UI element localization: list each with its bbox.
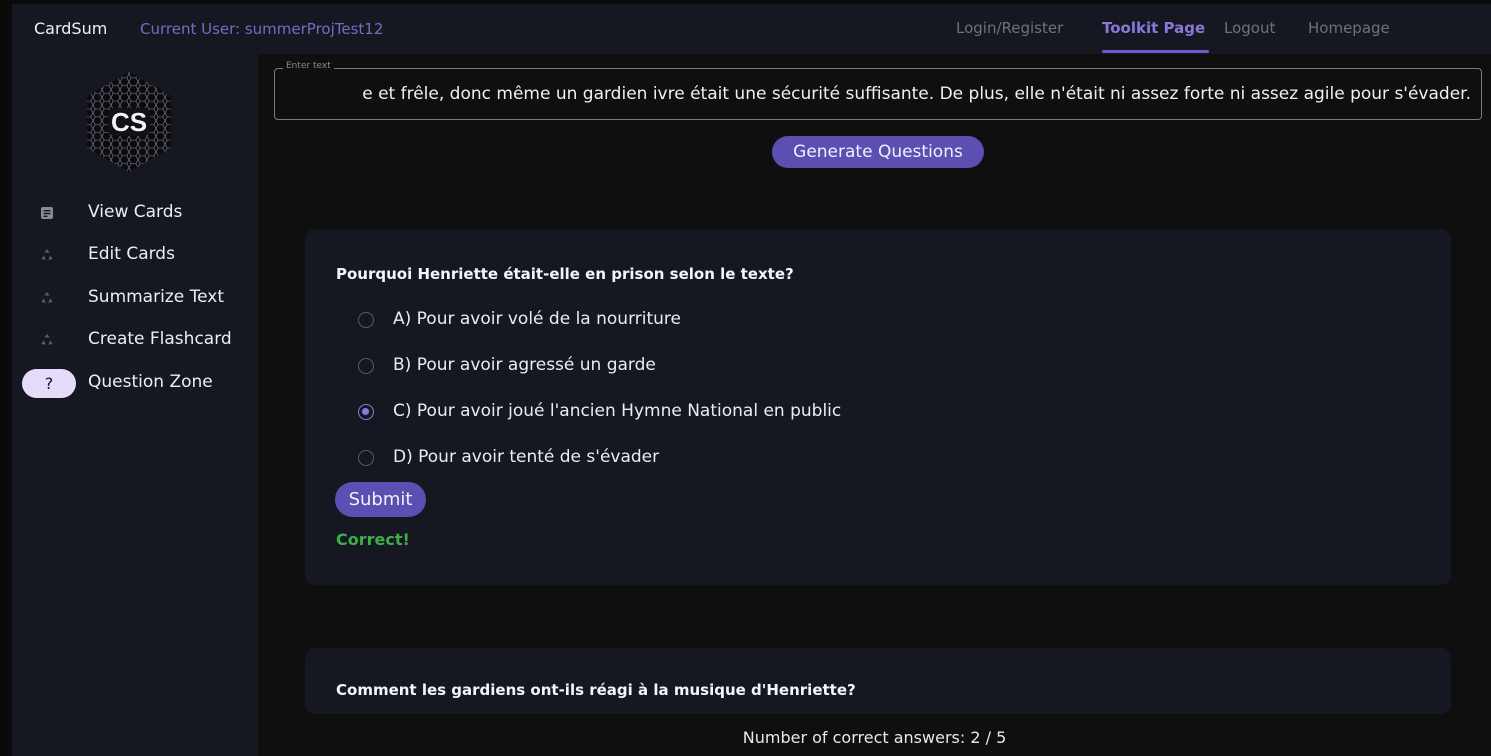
- sidebar-item-create-flashcard[interactable]: Create Flashcard: [12, 323, 258, 359]
- recycle-icon: [41, 249, 53, 260]
- sidebar-item-view-cards[interactable]: View Cards: [12, 196, 258, 232]
- sidebar-item-label: Edit Cards: [88, 244, 175, 264]
- cardsum-logo: CS: [87, 72, 171, 172]
- option-label: B) Pour avoir agressé un garde: [393, 355, 656, 375]
- text-input-field[interactable]: Enter text e et frêle, donc même un gard…: [274, 61, 1482, 120]
- radio-button[interactable]: [358, 312, 374, 328]
- recycle-icon: [41, 292, 53, 303]
- sidebar-item-label: Create Flashcard: [88, 329, 232, 349]
- active-nav-indicator: [1102, 50, 1209, 53]
- nav-homepage[interactable]: Homepage: [1308, 19, 1390, 37]
- radio-button[interactable]: [358, 358, 374, 374]
- text-input-value[interactable]: e et frêle, donc même un gardien ivre ét…: [281, 84, 1471, 104]
- answer-option-c[interactable]: C) Pour avoir joué l'ancien Hymne Nation…: [358, 399, 918, 425]
- question-text: Pourquoi Henriette était-elle en prison …: [336, 265, 794, 283]
- note-icon: [41, 207, 53, 219]
- sidebar-item-question-zone[interactable]: ? Question Zone: [12, 366, 258, 402]
- sidebar-item-edit-cards[interactable]: Edit Cards: [12, 238, 258, 274]
- submit-button[interactable]: Submit: [335, 482, 426, 517]
- main-content: Enter text e et frêle, donc même un gard…: [258, 54, 1491, 756]
- recycle-icon: [41, 334, 53, 345]
- radio-button[interactable]: [358, 450, 374, 466]
- top-navbar: CardSum Current User: summerProjTest12 L…: [12, 4, 1491, 54]
- question-icon: ?: [22, 369, 76, 398]
- sidebar-item-label: Summarize Text: [88, 287, 224, 307]
- option-label: D) Pour avoir tenté de s'évader: [393, 447, 660, 467]
- radio-button-selected[interactable]: [358, 404, 374, 420]
- sidebar-item-label: Question Zone: [88, 372, 213, 392]
- nav-login-register[interactable]: Login/Register: [956, 19, 1063, 37]
- question-card: Pourquoi Henriette était-elle en prison …: [305, 229, 1451, 585]
- option-label: A) Pour avoir volé de la nourriture: [393, 309, 681, 329]
- nav-toolkit-page[interactable]: Toolkit Page: [1102, 19, 1205, 37]
- score-counter: Number of correct answers: 2 / 5: [742, 728, 1007, 747]
- answer-option-a[interactable]: A) Pour avoir volé de la nourriture: [358, 307, 758, 333]
- sidebar-item-label: View Cards: [88, 202, 183, 222]
- svg-text:CS: CS: [111, 107, 147, 137]
- answer-option-b[interactable]: B) Pour avoir agressé un garde: [358, 353, 758, 379]
- nav-logout[interactable]: Logout: [1224, 19, 1275, 37]
- text-input-label: Enter text: [283, 61, 334, 71]
- answer-option-d[interactable]: D) Pour avoir tenté de s'évader: [358, 445, 758, 471]
- option-label: C) Pour avoir joué l'ancien Hymne Nation…: [393, 401, 842, 421]
- question-card: Comment les gardiens ont-ils réagi à la …: [305, 648, 1451, 714]
- question-text: Comment les gardiens ont-ils réagi à la …: [336, 681, 856, 699]
- result-message: Correct!: [336, 530, 410, 549]
- sidebar: CS View Cards Edit Cards Summarize Text …: [12, 54, 258, 756]
- brand-name[interactable]: CardSum: [34, 19, 107, 38]
- sidebar-item-summarize-text[interactable]: Summarize Text: [12, 281, 258, 317]
- app-window: CardSum Current User: summerProjTest12 L…: [0, 0, 1491, 756]
- generate-questions-button[interactable]: Generate Questions: [772, 136, 984, 168]
- current-user-label: Current User: summerProjTest12: [140, 20, 384, 38]
